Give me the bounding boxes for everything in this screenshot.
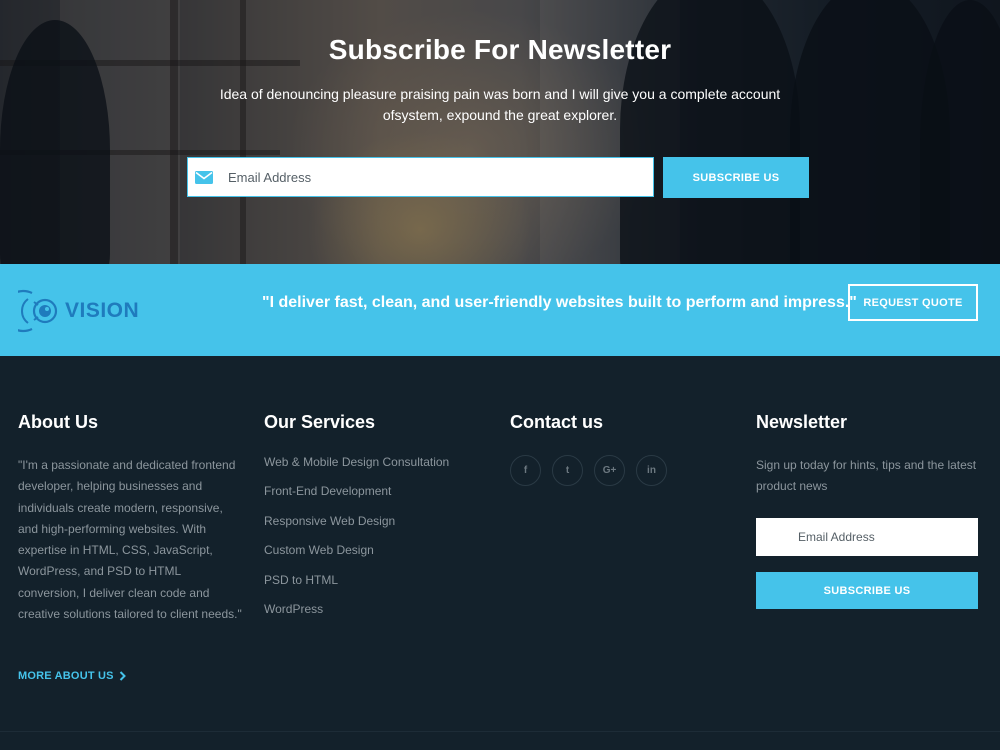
footer-newsletter: Newsletter Sign up today for hints, tips… (756, 412, 978, 498)
newsletter-subscribe-button[interactable]: SUBSCRIBE US (756, 572, 978, 609)
hero-subscribe-button[interactable]: SUBSCRIBE US (663, 157, 809, 198)
service-link[interactable]: Custom Web Design (264, 543, 494, 572)
service-link[interactable]: Front-End Development (264, 484, 494, 513)
about-text: "I'm a passionate and dedicated frontend… (18, 458, 242, 622)
vision-logo-text: VISION (65, 299, 140, 322)
tagline-quote: "I deliver fast, clean, and user-friendl… (262, 294, 857, 311)
hero-email-placeholder: Email Address (228, 169, 312, 185)
mail-icon (195, 170, 213, 184)
google-plus-icon[interactable]: G+ (594, 455, 625, 486)
footer-services: Our Services Web & Mobile Design Consult… (264, 412, 494, 631)
newsletter-hero: Subscribe For Newsletter Idea of denounc… (0, 0, 1000, 264)
service-link[interactable]: Web & Mobile Design Consultation (264, 455, 494, 484)
hero-title: Subscribe For Newsletter (328, 34, 672, 65)
service-link[interactable]: Responsive Web Design (264, 514, 494, 543)
vision-logo-mark (18, 289, 58, 333)
services-heading: Our Services (264, 412, 376, 432)
chevron-right-icon (119, 671, 126, 681)
more-about-link[interactable]: MORE ABOUT US (18, 670, 126, 682)
about-heading: About Us (18, 412, 98, 432)
contact-heading: Contact us (510, 412, 604, 432)
hero-description: Idea of denouncing pleasure praising pai… (219, 86, 781, 123)
twitter-icon[interactable]: t (552, 455, 583, 486)
facebook-icon[interactable]: f (510, 455, 541, 486)
hero-email-input[interactable]: Email Address (187, 157, 654, 197)
social-links: f t G+ in (510, 455, 740, 486)
linkedin-icon[interactable]: in (636, 455, 667, 486)
footer-contact: Contact us f t G+ in (510, 412, 740, 486)
request-quote-button[interactable]: REQUEST QUOTE (848, 284, 978, 321)
more-about-label: MORE ABOUT US (18, 670, 114, 682)
footer-about: About Us "I'm a passionate and dedicated… (18, 412, 243, 625)
footer-divider (0, 731, 1000, 732)
newsletter-heading: Newsletter (756, 412, 848, 432)
service-link[interactable]: PSD to HTML (264, 573, 494, 602)
service-link[interactable]: WordPress (264, 602, 494, 631)
vision-logo[interactable]: VISION (18, 286, 143, 336)
newsletter-email-placeholder: Email Address (798, 530, 875, 544)
newsletter-text: Sign up today for hints, tips and the la… (756, 458, 977, 494)
newsletter-email-input[interactable]: Email Address (756, 518, 978, 556)
